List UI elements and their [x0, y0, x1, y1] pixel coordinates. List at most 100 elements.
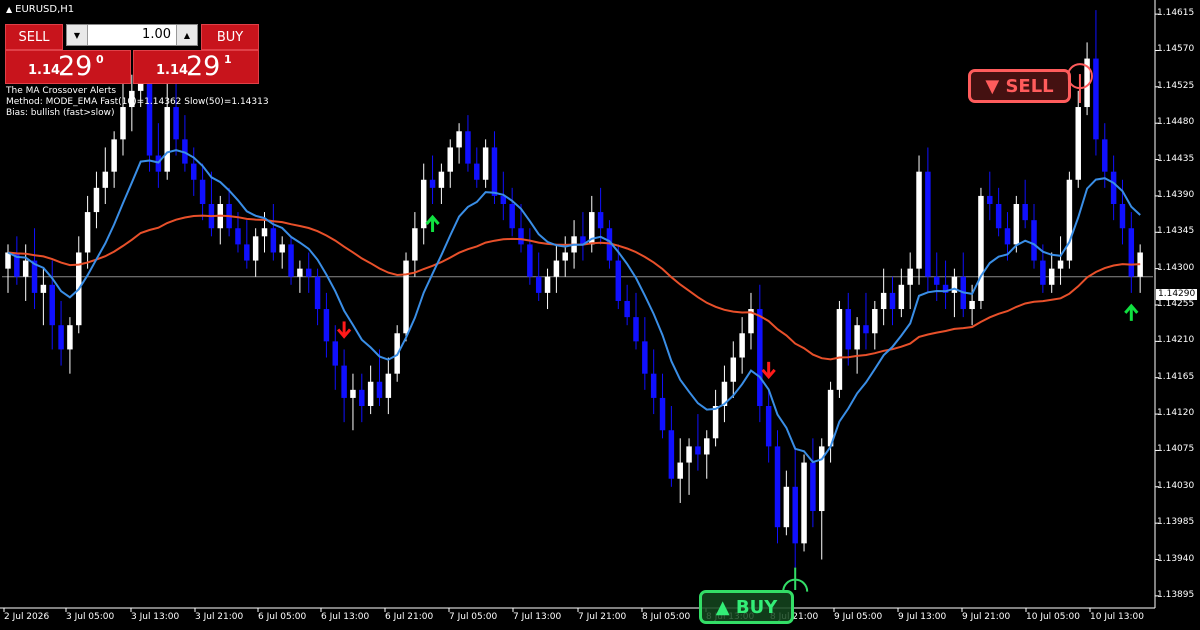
candle-body	[1048, 268, 1055, 285]
candle-body	[279, 244, 285, 253]
candle-body	[1013, 204, 1020, 245]
candle-body	[288, 244, 294, 277]
lot-decrease-icon[interactable]: ▼	[67, 25, 88, 45]
candle-body	[67, 325, 73, 350]
time-axis-label: 2 Jul 2026	[4, 612, 50, 622]
sell-arrow-icon	[336, 321, 352, 339]
candle-body	[102, 171, 109, 188]
time-axis-label: 9 Jul 05:00	[834, 612, 883, 622]
price-axis-label: 1.14390	[1157, 189, 1195, 200]
time-axis-label: 6 Jul 13:00	[321, 612, 370, 622]
triangle-up-icon: ▲	[6, 5, 13, 14]
price-axis-label: 1.14210	[1157, 335, 1195, 346]
candle-body	[305, 268, 312, 277]
time-axis-label: 10 Jul 05:00	[1026, 612, 1080, 622]
lot-value[interactable]: 1.00	[142, 27, 171, 42]
candle-body	[385, 373, 392, 398]
price-axis-label: 1.14120	[1157, 408, 1195, 419]
time-axis-label: 6 Jul 05:00	[258, 612, 307, 622]
candle-body	[518, 228, 524, 245]
candle-body	[1110, 171, 1117, 204]
candle-body	[1004, 228, 1011, 245]
candle-body	[978, 195, 984, 301]
candle-body	[1031, 220, 1037, 261]
candle-body	[49, 284, 55, 326]
price-axis-label: 1.14165	[1157, 371, 1195, 382]
lot-increase-icon[interactable]: ▲	[176, 25, 197, 45]
price-axis-label: 1.14525	[1157, 80, 1195, 91]
price-axis-label: 1.13940	[1157, 553, 1195, 564]
candle-body	[93, 187, 100, 213]
price-axis-label: 1.14030	[1157, 480, 1195, 491]
time-axis-label: 8 Jul 05:00	[642, 612, 691, 622]
candle-body	[465, 131, 471, 164]
time-axis-label: 9 Jul 21:00	[962, 612, 1011, 622]
buy-price-button[interactable]: 1.14 29 1	[133, 50, 259, 84]
sell-signal-badge: ▼ SELL	[968, 69, 1071, 103]
candle-body	[765, 406, 772, 447]
candle-body	[191, 163, 197, 180]
buy-button[interactable]: BUY	[201, 24, 259, 50]
candle-body	[58, 325, 64, 350]
time-axis-label: 6 Jul 21:00	[385, 612, 434, 622]
candle-body	[1119, 204, 1126, 229]
candle-body	[261, 228, 268, 237]
candle-body	[995, 204, 1002, 229]
price-axis-label: 1.14075	[1157, 444, 1195, 455]
candle-body	[491, 147, 498, 196]
indicator-bias: Bias: bullish (fast>slow)	[6, 108, 115, 118]
candle-body	[695, 446, 701, 455]
time-axis-label: 3 Jul 05:00	[66, 612, 115, 622]
candle-body	[155, 155, 162, 172]
candle-body	[863, 325, 869, 334]
candle-body	[872, 309, 878, 334]
candle-body	[933, 276, 940, 285]
price-axis-label: 1.14480	[1157, 117, 1195, 128]
time-axis-label: 7 Jul 13:00	[513, 612, 562, 622]
candle-body	[774, 446, 781, 528]
candle-body	[624, 300, 630, 318]
candle-body	[801, 462, 807, 544]
candle-body	[438, 171, 445, 188]
candle-body	[562, 252, 568, 261]
candle-body	[907, 268, 913, 285]
candle-body	[969, 300, 975, 310]
candle-body	[650, 373, 657, 398]
sell-price-button[interactable]: 1.14 29 0	[5, 50, 131, 84]
sell-button[interactable]: SELL	[5, 24, 63, 50]
lot-size-field[interactable]: ▼ 1.00 ▲	[66, 24, 198, 46]
candle-body	[420, 179, 427, 229]
candle-body	[22, 260, 29, 277]
time-axis-label: 7 Jul 21:00	[578, 612, 627, 622]
buy-signal-badge: ▲ BUY	[699, 590, 794, 624]
candle-body	[359, 389, 365, 406]
price-axis-label: 1.14345	[1157, 226, 1195, 237]
indicator-name: The MA Crossover Alerts	[6, 86, 117, 96]
candle-body	[916, 171, 922, 269]
candle-body	[5, 252, 11, 269]
candle-body	[642, 341, 648, 374]
candle-body	[880, 292, 887, 310]
candle-body	[597, 212, 604, 229]
price-axis-label: 1.14615	[1157, 8, 1195, 19]
candle-body	[633, 317, 639, 342]
candle-body	[456, 131, 462, 148]
candle-body	[1128, 228, 1135, 277]
price-axis-label: 1.14300	[1157, 262, 1195, 273]
candle-body	[686, 446, 692, 463]
candle-body	[712, 406, 719, 439]
candle-body	[898, 284, 905, 310]
candle-body	[659, 397, 666, 431]
price-axis-label: 1.14435	[1157, 153, 1195, 164]
candle-body	[1102, 139, 1108, 172]
time-axis-label: 9 Jul 13:00	[898, 612, 947, 622]
candle-body	[350, 389, 356, 398]
candle-body	[509, 204, 515, 229]
candle-body	[235, 228, 241, 245]
candle-body	[332, 341, 339, 366]
candle-body	[482, 147, 489, 180]
candle-body	[1093, 58, 1099, 140]
candle-body	[474, 163, 480, 180]
time-axis-label: 3 Jul 13:00	[131, 612, 180, 622]
candle-body	[925, 171, 931, 277]
